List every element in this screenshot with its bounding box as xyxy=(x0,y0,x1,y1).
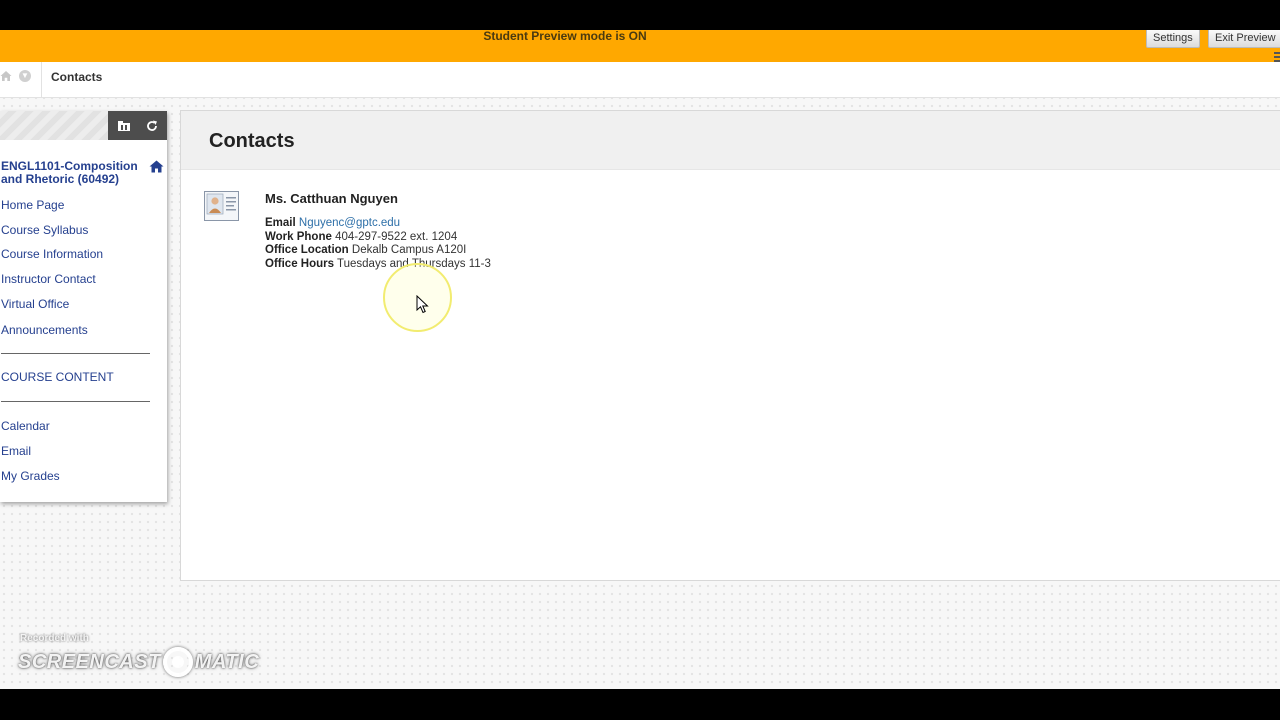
settings-button[interactable]: Settings xyxy=(1146,30,1200,48)
email-link[interactable]: Nguyenc@gptc.edu xyxy=(299,217,400,229)
menu-divider xyxy=(1,401,150,402)
menu-item-instructor-contact[interactable]: Instructor Contact xyxy=(1,272,96,286)
work-phone-value: 404-297-9522 ext. 1204 xyxy=(335,231,458,243)
breadcrumb-divider xyxy=(41,62,42,98)
contact-name: Ms. Catthuan Nguyen xyxy=(265,191,398,206)
email-label: Email xyxy=(265,217,296,229)
menu-item-course-information[interactable]: Course Information xyxy=(1,247,103,261)
course-home-icon[interactable] xyxy=(149,160,164,173)
content-header: Contacts xyxy=(181,111,1280,170)
contact-card-icon xyxy=(204,191,239,221)
breadcrumb-current: Contacts xyxy=(51,70,103,84)
browser-viewport: Student Preview mode is ON Settings Exit… xyxy=(0,30,1280,689)
course-menu-toolbar xyxy=(108,111,167,140)
watermark-disc-icon xyxy=(162,646,193,677)
page-title: Contacts xyxy=(209,130,295,152)
menu-item-my-grades[interactable]: My Grades xyxy=(1,469,60,483)
screencast-o-matic-logo: SCREENCAST MATIC xyxy=(18,644,259,678)
menu-item-virtual-office[interactable]: Virtual Office xyxy=(1,297,69,311)
watermark-brand-left: SCREENCAST xyxy=(18,650,161,673)
menu-item-home-page[interactable]: Home Page xyxy=(1,198,64,212)
course-menu: ENGL1101-Composition and Rhetoric (60492… xyxy=(0,111,167,502)
office-location-label: Office Location xyxy=(265,244,349,256)
course-menu-header xyxy=(0,111,108,140)
folder-view-icon[interactable] xyxy=(117,119,131,133)
contact-email-row: Email Nguyenc@gptc.edu xyxy=(265,217,400,229)
preview-mode-text: Student Preview mode is ON xyxy=(483,30,647,43)
content-panel: Contacts Ms. Catthuan Nguyen Email Nguye… xyxy=(180,110,1280,581)
mouse-cursor-icon xyxy=(416,295,429,314)
menu-item-calendar[interactable]: Calendar xyxy=(1,419,50,433)
course-title-link[interactable]: ENGL1101-Composition and Rhetoric (60492… xyxy=(1,160,141,186)
office-hours-label: Office Hours xyxy=(265,258,335,270)
breadcrumb: ▼ Contacts xyxy=(0,62,1280,98)
contact-location-row: Office Location Dekalb Campus A120I xyxy=(265,244,466,256)
menu-item-announcements[interactable]: Announcements xyxy=(1,323,88,337)
student-preview-banner: Student Preview mode is ON Settings Exit… xyxy=(0,30,1280,62)
watermark-brand-right: MATIC xyxy=(194,650,260,673)
menu-divider xyxy=(1,353,150,354)
watermark-recorded-text: Recorded with xyxy=(20,633,89,644)
chevron-down-icon[interactable]: ▼ xyxy=(19,70,31,82)
refresh-icon[interactable] xyxy=(145,119,159,133)
work-phone-label: Work Phone xyxy=(265,231,332,243)
home-icon[interactable] xyxy=(0,70,12,82)
menu-section-course-content[interactable]: COURSE CONTENT xyxy=(1,370,114,384)
exit-preview-button[interactable]: Exit Preview xyxy=(1208,30,1280,48)
menu-item-course-syllabus[interactable]: Course Syllabus xyxy=(1,223,88,237)
contact-hours-row: Office Hours Tuesdays and Thursdays 11-3 xyxy=(265,258,491,270)
menu-handle-icon[interactable] xyxy=(1274,52,1280,62)
contact-phone-row: Work Phone 404-297-9522 ext. 1204 xyxy=(265,231,457,243)
menu-item-email[interactable]: Email xyxy=(1,444,31,458)
office-location-value: Dekalb Campus A120I xyxy=(351,244,467,256)
